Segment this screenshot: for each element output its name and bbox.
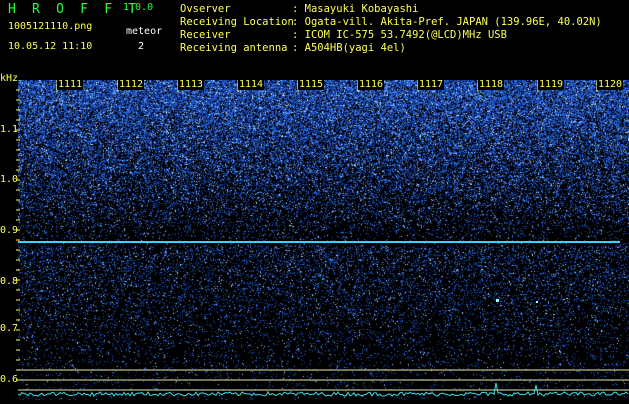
app-title: H R O F F T	[8, 2, 141, 17]
y-tick-label: 0.8	[0, 276, 19, 287]
info-value-location: : Ogata-vill. Akita-Pref. JAPAN (139.96E…	[292, 16, 602, 28]
time-tick-label: 1117	[418, 79, 445, 90]
y-tick-label: 1.1	[0, 124, 19, 135]
info-label-observer: Ovserver	[180, 3, 231, 15]
time-tick-label: 1111	[57, 79, 84, 90]
meteor-echo-1	[496, 299, 499, 302]
spectrogram	[0, 80, 629, 400]
y-tick-label: 0.9	[0, 225, 19, 236]
app-version: 1.0.0	[123, 2, 154, 13]
y-tick-label: 0.7	[0, 323, 19, 334]
time-tick-label: 1120	[597, 79, 624, 90]
info-label-antenna: Receiving antenna	[180, 42, 288, 54]
spectrogram-overlay	[16, 80, 629, 397]
time-tick-label: 1116	[358, 79, 385, 90]
meteor-count: 2	[138, 41, 145, 52]
info-value-antenna: : A504HB(yagi 4el)	[292, 42, 406, 54]
time-tick-label: 1119	[538, 79, 565, 90]
meteor-echo-2	[536, 301, 538, 303]
info-value-receiver: : ICOM IC-575 53.7492(@LCD)MHz USB	[292, 29, 507, 41]
y-tick-label: 1.0	[0, 174, 19, 185]
info-label-location: Receiving Location	[180, 16, 294, 28]
time-tick-label: 1113	[178, 79, 205, 90]
time-tick-label: 1118	[478, 79, 505, 90]
info-label-receiver: Receiver	[180, 29, 231, 41]
meteor-label: meteor	[126, 26, 163, 37]
time-tick-label: 1112	[118, 79, 145, 90]
y-axis-unit: kHz	[0, 73, 19, 84]
hroffft-window: H R O F F T 1.0.0 1005121110.png meteor …	[0, 0, 629, 400]
header-panel: H R O F F T 1.0.0 1005121110.png meteor …	[0, 0, 629, 72]
file-name: 1005121110.png	[8, 21, 93, 32]
info-value-observer: : Masayuki Kobayashi	[292, 3, 419, 15]
y-tick-label: 0.6	[0, 374, 19, 385]
time-tick-label: 1115	[298, 79, 325, 90]
time-tick-label: 1114	[238, 79, 265, 90]
capture-datetime: 10.05.12 11:10	[8, 41, 93, 52]
